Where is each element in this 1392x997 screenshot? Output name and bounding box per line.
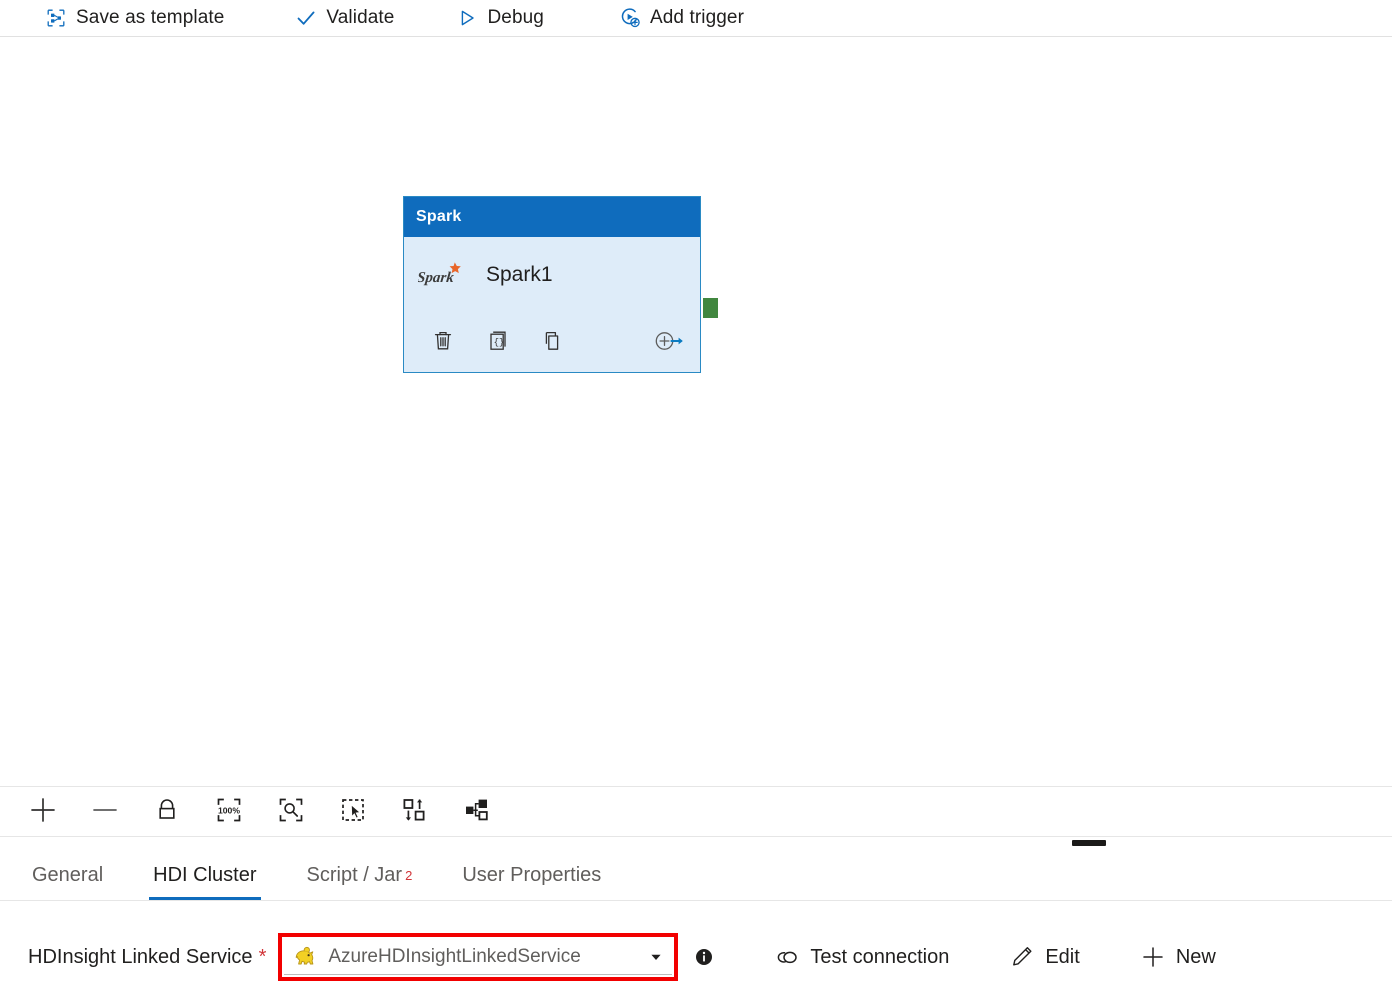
spark-logo-icon: Spark	[418, 260, 466, 290]
test-connection-label: Test connection	[810, 946, 949, 969]
tab-hdi-cluster-label: HDI Cluster	[153, 864, 256, 887]
activity-node-body: Spark Spark1	[404, 237, 700, 313]
hadoop-elephant-icon	[292, 945, 318, 969]
spark-activity-node[interactable]: Spark Spark Spark1	[403, 196, 701, 373]
tab-script-jar-badge: 2	[405, 869, 412, 882]
tab-user-properties-label: User Properties	[462, 864, 601, 887]
link-chain-icon	[774, 946, 800, 968]
new-linked-service-button[interactable]: New	[1140, 944, 1216, 970]
zoom-to-100-button[interactable]: 100%	[198, 787, 260, 837]
zoom-100-percent-icon: 100%	[214, 795, 244, 830]
edit-linked-service-button[interactable]: Edit	[1009, 944, 1079, 970]
play-triangle-icon	[456, 7, 478, 29]
linked-service-value: AzureHDInsightLinkedService	[328, 946, 648, 968]
auto-align-icon	[400, 795, 430, 830]
selection-mode-button[interactable]	[322, 787, 384, 837]
activity-properties-pane: General HDI Cluster Script / Jar 2 User …	[0, 836, 1392, 997]
activity-node-header: Spark	[404, 197, 700, 237]
canvas-control-bar: 100%	[0, 786, 1392, 837]
auto-layout-button[interactable]	[446, 787, 508, 837]
marquee-cursor-icon	[338, 795, 368, 830]
dropdown-highlight-box: AzureHDInsightLinkedService	[278, 933, 678, 981]
svg-text:{}: {}	[494, 338, 505, 348]
zoom-in-button[interactable]	[12, 787, 74, 837]
activity-name-label: Spark1	[486, 263, 553, 287]
zoom-out-button[interactable]	[74, 787, 136, 837]
save-as-template-icon	[45, 7, 67, 29]
auto-layout-icon	[462, 795, 492, 830]
output-connector-handle[interactable]	[702, 297, 719, 319]
edit-label: Edit	[1045, 946, 1079, 969]
debug-label: Debug	[487, 7, 544, 29]
tab-hdi-cluster[interactable]: HDI Cluster	[149, 850, 260, 900]
pencil-icon	[1009, 944, 1035, 970]
add-trigger-icon	[619, 7, 641, 29]
hdinsight-linked-service-row: HDInsight Linked Service * AzureHDInsigh…	[0, 927, 1392, 987]
plus-icon	[1140, 944, 1166, 970]
add-arrow-icon[interactable]	[652, 324, 686, 358]
test-connection-button[interactable]: Test connection	[774, 946, 949, 969]
code-braces-icon[interactable]: {}	[480, 324, 514, 358]
pane-resize-handle[interactable]	[1072, 840, 1106, 846]
lock-icon	[153, 796, 181, 829]
plus-icon	[28, 795, 58, 830]
save-as-template-label: Save as template	[76, 7, 224, 29]
svg-text:100%: 100%	[218, 805, 240, 815]
add-trigger-label: Add trigger	[650, 7, 744, 29]
auto-align-button[interactable]	[384, 787, 446, 837]
trash-icon[interactable]	[426, 324, 460, 358]
tab-script-jar-label: Script / Jar	[307, 864, 403, 887]
required-asterisk: *	[259, 946, 267, 969]
save-as-template-button[interactable]: Save as template	[45, 0, 224, 36]
checkmark-icon	[295, 7, 317, 29]
pipeline-canvas[interactable]: Spark Spark Spark1	[0, 37, 1392, 785]
info-icon[interactable]	[694, 947, 714, 967]
new-label: New	[1176, 946, 1216, 969]
copy-icon[interactable]	[534, 324, 568, 358]
activity-node-actions: {}	[404, 313, 700, 369]
minus-icon	[90, 795, 120, 830]
tab-general-label: General	[32, 864, 103, 887]
debug-button[interactable]: Debug	[456, 0, 544, 36]
add-trigger-button[interactable]: Add trigger	[619, 0, 744, 36]
pipeline-toolbar: Save as template Validate Debug Add trig…	[0, 0, 1392, 37]
activity-type-label: Spark	[416, 208, 461, 226]
chevron-down-icon[interactable]	[648, 949, 664, 965]
validate-label: Validate	[326, 7, 394, 29]
zoom-to-fit-icon	[276, 795, 306, 830]
lock-canvas-button[interactable]	[136, 787, 198, 837]
linked-service-dropdown[interactable]: AzureHDInsightLinkedService	[284, 939, 672, 975]
hdinsight-linked-service-label: HDInsight Linked Service	[28, 946, 253, 969]
svg-text:Spark: Spark	[418, 270, 455, 286]
validate-button[interactable]: Validate	[295, 0, 394, 36]
tab-script-jar[interactable]: Script / Jar 2	[303, 850, 417, 900]
tab-user-properties[interactable]: User Properties	[458, 850, 605, 900]
tab-general[interactable]: General	[28, 850, 107, 900]
zoom-to-fit-button[interactable]	[260, 787, 322, 837]
properties-tab-strip: General HDI Cluster Script / Jar 2 User …	[0, 850, 1392, 901]
